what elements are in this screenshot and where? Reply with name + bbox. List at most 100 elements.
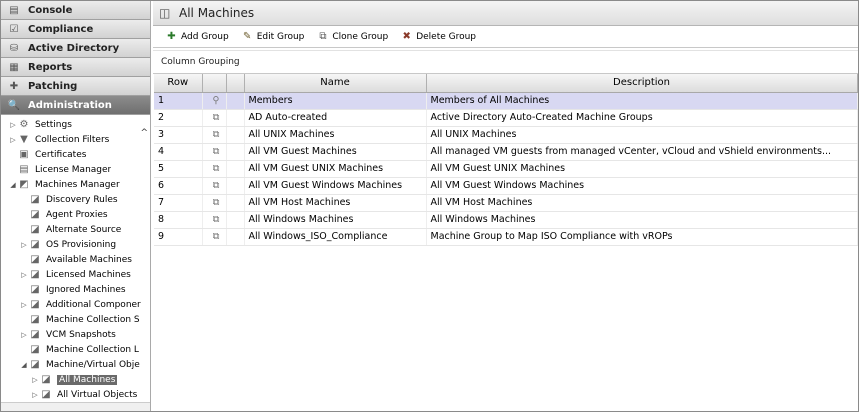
row-spacer [226, 109, 245, 127]
group-name: All VM Guest Windows Machines [244, 177, 427, 195]
table-row[interactable]: 6 ⧉ All VM Guest Windows Machines All VM Gu… [154, 177, 858, 195]
tree-item-machine-collection-s[interactable]: ◪ Machine Collection S [1, 312, 150, 327]
row-number: 5 [154, 160, 203, 178]
group-description: All managed VM guests from managed vCent… [426, 143, 858, 161]
group-description: All Windows Machines [426, 211, 858, 229]
table-row[interactable]: 8 ⧉ All Windows Machines All Windows Machin… [154, 211, 858, 229]
expand-arrow-icon[interactable]: ▷ [9, 136, 17, 144]
tree-item-additional-componer[interactable]: ▷ ◪ Additional Componer [1, 297, 150, 312]
nav-slider-administration[interactable]: 🔍 Administration [1, 96, 150, 115]
page-title: All Machines [179, 6, 255, 20]
row-number: 9 [154, 228, 203, 246]
clone-group-button[interactable]: ⧉ Clone Group [316, 31, 388, 43]
row-spacer [226, 92, 245, 110]
group-name: AD Auto-created [244, 109, 427, 127]
tree-item-label: Ignored Machines [46, 284, 126, 295]
tree-item-label: Alternate Source [46, 224, 122, 235]
tree-item-agent-proxies[interactable]: ◪ Agent Proxies [1, 207, 150, 222]
tree-item-os-provisioning[interactable]: ▷ ◪ OS Provisioning [1, 237, 150, 252]
expand-arrow-icon[interactable]: ▷ [31, 391, 39, 399]
tree-item-machine-collection-l[interactable]: ◪ Machine Collection L [1, 342, 150, 357]
table-row[interactable]: 7 ⧉ All VM Host Machines All VM Host Machin… [154, 194, 858, 212]
expand-arrow-icon[interactable]: ▷ [20, 331, 28, 339]
row-number: 4 [154, 143, 203, 161]
machine-group-icon: ⧉ [202, 143, 227, 161]
machine-group-icon: ⧉ [202, 109, 227, 127]
expand-arrow-icon[interactable]: ▷ [9, 121, 17, 129]
tree-item-available-machines[interactable]: ◪ Available Machines [1, 252, 150, 267]
table-row[interactable]: 3 ⧉ All UNIX Machines All UNIX Machines [154, 126, 858, 144]
row-number: 8 [154, 211, 203, 229]
licensed-icon: ◪ [30, 269, 40, 280]
expand-arrow-icon[interactable]: ▷ [20, 241, 28, 249]
column-header-name[interactable]: Name [244, 74, 427, 93]
left-navigation: ▤ Console ☑ Compliance ⛁ Active Directory ▦ Rep… [1, 1, 151, 411]
nav-slider-patching[interactable]: ✚ Patching [1, 77, 150, 96]
group-name: Members [244, 92, 427, 110]
scroll-up-icon[interactable]: ^ [140, 128, 148, 138]
proxy-icon: ◪ [30, 209, 40, 220]
expand-arrow-icon[interactable]: ▷ [20, 301, 28, 309]
expand-arrow-icon[interactable]: ◢ [9, 181, 17, 189]
tree-item-label: Available Machines [46, 254, 132, 265]
tree-item-machines-manager[interactable]: ◢ ◩ Machines Manager [1, 177, 150, 192]
machines-icon: ◩ [19, 179, 29, 190]
edit-group-button[interactable]: ✎ Edit Group [241, 31, 304, 43]
tree-item-all-machines[interactable]: ▷ ◪ All Machines [1, 372, 150, 387]
table-row[interactable]: 4 ⧉ All VM Guest Machines All managed VM gu… [154, 143, 858, 161]
group-description: Members of All Machines [426, 92, 858, 110]
column-grouping-bar[interactable]: Column Grouping [153, 50, 858, 74]
row-number: 1 [154, 92, 203, 110]
tree-item-label: License Manager [35, 164, 112, 175]
tree-item-machine-virtual-obje[interactable]: ◢ ◪ Machine/Virtual Obje [1, 357, 150, 372]
group-icon: ◪ [41, 389, 51, 400]
delete-group-button[interactable]: ✖ Delete Group [400, 31, 476, 43]
row-spacer [226, 194, 245, 212]
group-description: All VM Guest UNIX Machines [426, 160, 858, 178]
tree-item-label: Discovery Rules [46, 194, 118, 205]
title-bar: ◫ All Machines [153, 1, 858, 26]
expand-arrow-icon[interactable]: ▷ [31, 376, 39, 384]
tree-item-settings[interactable]: ▷ ⚙ Settings [1, 117, 150, 132]
nav-slider-console[interactable]: ▤ Console [1, 1, 150, 20]
edit-icon: ✎ [242, 31, 252, 42]
os-icon: ◪ [30, 239, 40, 250]
license-icon: ▤ [19, 164, 29, 175]
table-row[interactable]: 9 ⧉ All Windows_ISO_Compliance Machine Grou… [154, 228, 858, 246]
row-spacer [226, 126, 245, 144]
tree-item-certificates[interactable]: ▣ Certificates [1, 147, 150, 162]
tree-item-discovery-rules[interactable]: ◪ Discovery Rules [1, 192, 150, 207]
expand-arrow-icon[interactable]: ◢ [20, 361, 28, 369]
column-header-icon[interactable] [202, 74, 227, 93]
add-group-button[interactable]: ✚ Add Group [165, 31, 228, 43]
filter-icon: ▼ [20, 134, 28, 145]
nav-slider-compliance[interactable]: ☑ Compliance [1, 20, 150, 39]
column-header-description[interactable]: Description [426, 74, 858, 93]
nav-slider-reports[interactable]: ▦ Reports [1, 58, 150, 77]
tree-item-label: Machines Manager [35, 179, 120, 190]
column-header-row[interactable]: Row [154, 74, 203, 93]
row-spacer [226, 160, 245, 178]
tree-item-label: Certificates [35, 149, 87, 160]
table-body: 1 ⚲ Members Members of All Machines 2 ⧉ AD Aut… [154, 92, 858, 246]
nav-slider-label: Reports [28, 61, 73, 73]
tree-item-collection-filters[interactable]: ▷ ▼ Collection Filters [1, 132, 150, 147]
tree-item-vcm-snapshots[interactable]: ▷ ◪ VCM Snapshots [1, 327, 150, 342]
tree-item-alternate-source[interactable]: ◪ Alternate Source [1, 222, 150, 237]
tree-item-licensed-machines[interactable]: ▷ ◪ Licensed Machines [1, 267, 150, 282]
tree-item-all-virtual-objects[interactable]: ▷ ◪ All Virtual Objects [1, 387, 150, 402]
table-row[interactable]: 5 ⧉ All VM Guest UNIX Machines All VM Guest… [154, 160, 858, 178]
tree-item-label: Settings [35, 119, 72, 130]
horizontal-scrollbar[interactable] [1, 402, 150, 411]
machine-groups-table: Row Name Description 1 ⚲ Members Members of… [154, 74, 858, 246]
tree-item-license-manager[interactable]: ▤ License Manager [1, 162, 150, 177]
clone-icon: ⧉ [319, 31, 327, 42]
tree-item-ignored-machines[interactable]: ◪ Ignored Machines [1, 282, 150, 297]
toolbar: ✚ Add Group ✎ Edit Group ⧉ Clone Group ✖… [153, 26, 858, 48]
nav-slider-active-directory[interactable]: ⛁ Active Directory [1, 39, 150, 58]
table-row[interactable]: 2 ⧉ AD Auto-created Active Directory Auto-C… [154, 109, 858, 127]
table-row[interactable]: 1 ⚲ Members Members of All Machines [154, 92, 858, 110]
expand-arrow-icon[interactable]: ▷ [20, 271, 28, 279]
row-number: 3 [154, 126, 203, 144]
reports-icon: ▦ [9, 61, 19, 73]
